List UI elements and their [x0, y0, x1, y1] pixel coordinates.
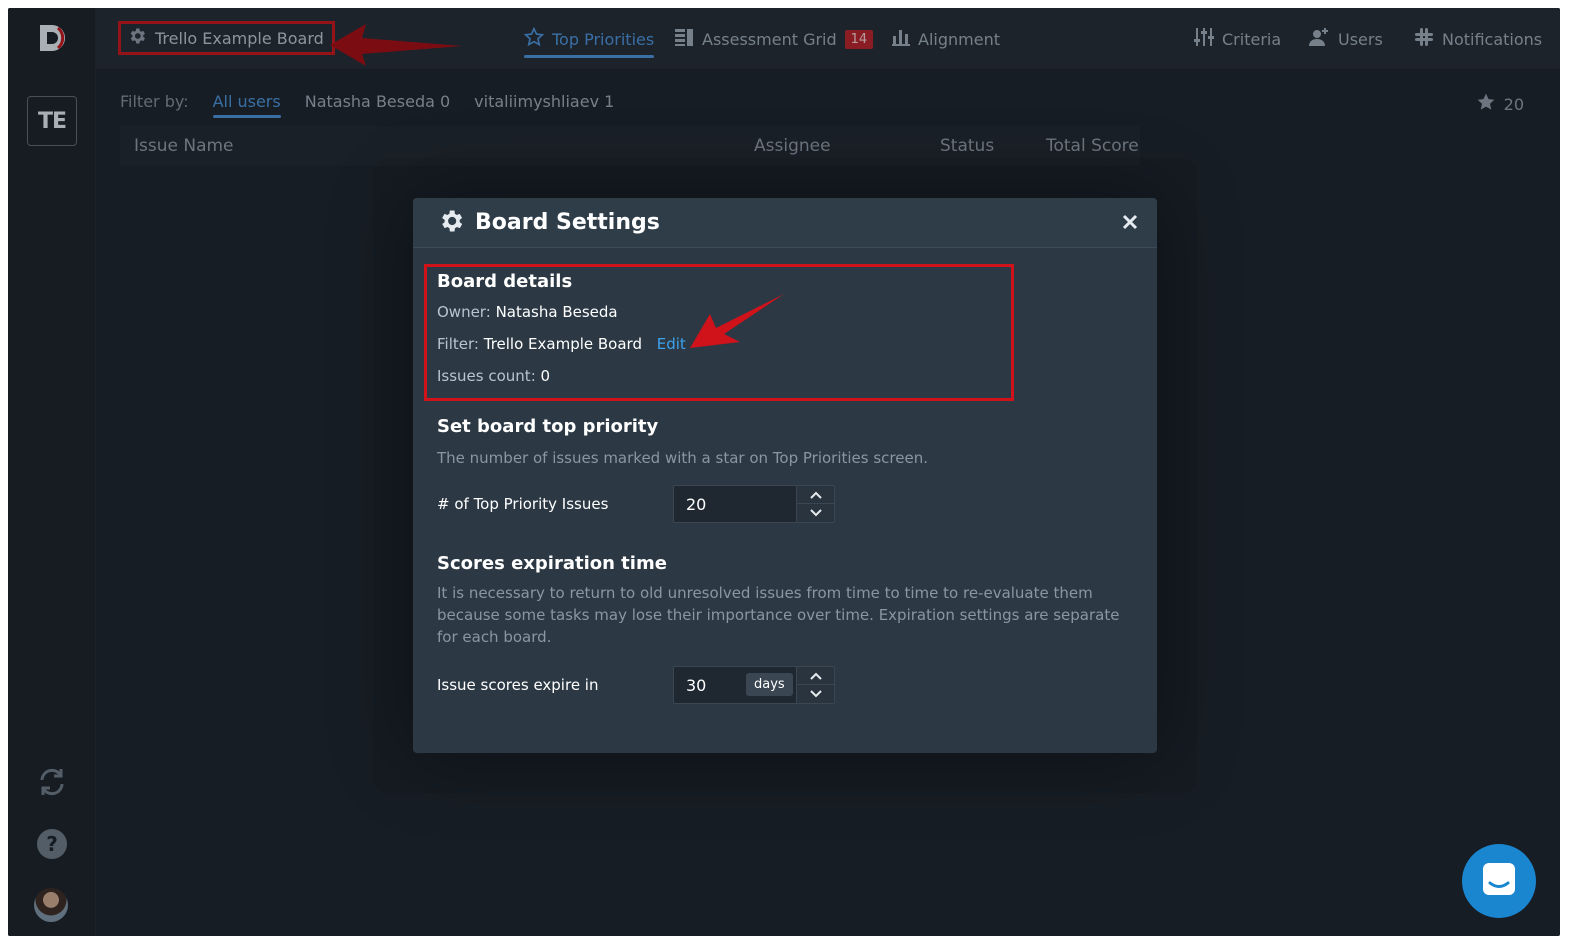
expiration-value[interactable]: 30 — [686, 676, 706, 695]
expiration-heading: Scores expiration time — [437, 553, 667, 574]
app-frame: TE ? Trello Example Board Top Priorities… — [8, 8, 1560, 936]
chevron-down-icon[interactable] — [797, 685, 834, 703]
modal-header: Board Settings — [413, 198, 1157, 248]
modal-title: Board Settings — [475, 210, 660, 235]
close-icon[interactable] — [1119, 211, 1141, 233]
chevron-down-icon[interactable] — [797, 504, 834, 522]
annotation-arrow-icon — [690, 294, 784, 348]
expiration-stepper[interactable]: 30 days — [673, 666, 835, 704]
gear-icon — [437, 207, 465, 239]
stepper-controls — [796, 486, 834, 522]
top-priority-stepper[interactable]: 20 — [673, 485, 835, 523]
stepper-controls — [796, 667, 834, 703]
expiration-description: It is necessary to return to old unresol… — [437, 584, 1120, 646]
top-priority-heading: Set board top priority — [437, 416, 659, 437]
top-priority-description: The number of issues marked with a star … — [437, 449, 928, 467]
expiration-field-label: Issue scores expire in — [437, 676, 599, 694]
top-priority-field-label: # of Top Priority Issues — [437, 495, 609, 513]
chat-icon — [1479, 859, 1519, 903]
expiration-unit: days — [746, 673, 793, 696]
chevron-up-icon[interactable] — [797, 486, 834, 504]
top-priority-value[interactable]: 20 — [686, 495, 706, 514]
chevron-up-icon[interactable] — [797, 667, 834, 685]
chat-support-button[interactable] — [1462, 844, 1536, 918]
